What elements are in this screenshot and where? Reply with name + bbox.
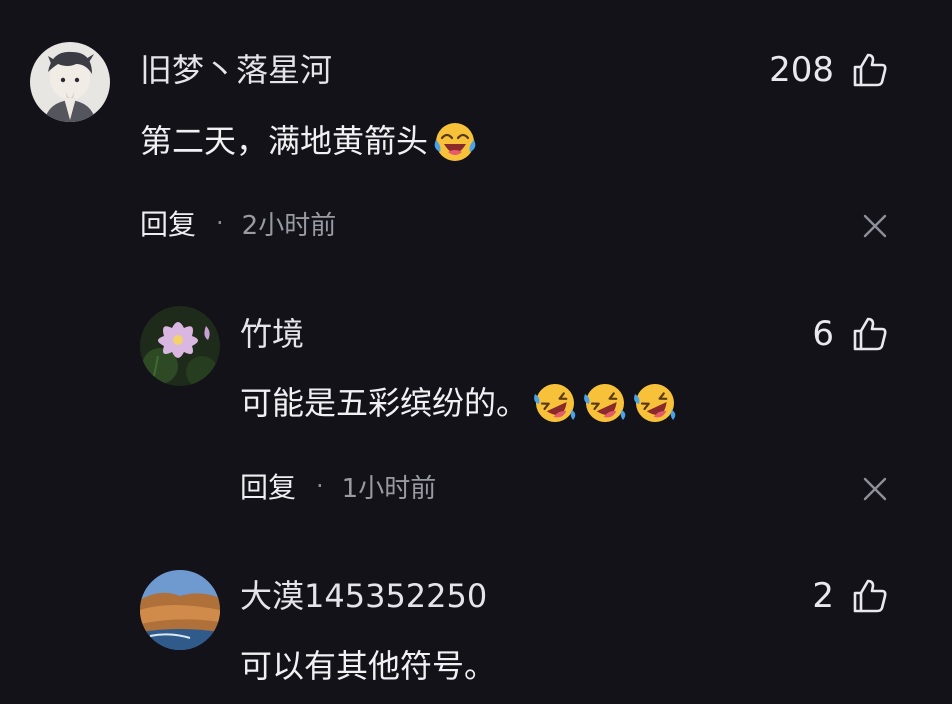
rolling-laughing-emoji: [632, 380, 678, 426]
like-count: 2: [812, 576, 834, 616]
comment-meta: 回复 · 1小时前: [240, 466, 436, 506]
timestamp: 2小时前: [241, 210, 337, 241]
close-icon[interactable]: [862, 213, 888, 239]
reply-button[interactable]: 回复: [140, 203, 196, 243]
meta-separator: ·: [216, 209, 224, 237]
comment-text: 可以有其他符号。: [240, 644, 496, 688]
rolling-laughing-emoji: [532, 380, 578, 426]
comment-text: 可能是五彩缤纷的。: [240, 380, 678, 426]
thumbs-up-icon: [853, 317, 887, 351]
comment-text-body: 第二天，满地黄箭头: [140, 122, 429, 160]
meta-separator: ·: [316, 472, 324, 500]
like-count: 6: [812, 314, 834, 354]
like-count: 208: [769, 50, 834, 90]
avatar[interactable]: [140, 306, 220, 386]
thumbs-up-icon: [853, 579, 887, 613]
like-button[interactable]: 2: [812, 574, 890, 618]
thumbs-up-icon: [853, 53, 887, 87]
reply-button[interactable]: 回复: [240, 466, 296, 506]
username[interactable]: 旧梦丶落星河: [140, 50, 332, 90]
avatar-image: [30, 42, 110, 122]
username[interactable]: 竹境: [240, 314, 304, 354]
comment-text: 第二天，满地黄箭头: [140, 118, 478, 164]
like-button[interactable]: 6: [812, 312, 890, 356]
close-icon[interactable]: [862, 476, 888, 502]
comment-thread: 旧梦丶落星河 208 第二天，满地黄箭头 回复 · 2小时前 竹境 6 可能是五…: [0, 0, 952, 704]
comment-item: 竹境 6 可能是五彩缤纷的。 回复 · 1小时前: [0, 270, 952, 540]
avatar[interactable]: [140, 570, 220, 650]
comment-text-body: 可以有其他符号。: [240, 647, 497, 685]
username[interactable]: 大漠145352250: [240, 576, 487, 616]
avatar-image: [140, 570, 220, 650]
timestamp: 1小时前: [341, 473, 437, 504]
like-button[interactable]: 208: [769, 48, 890, 92]
joy-crying-emoji: [432, 118, 478, 164]
avatar[interactable]: [30, 42, 110, 122]
rolling-laughing-emoji: [582, 380, 628, 426]
comment-item: 大漠145352250 2 可以有其他符号。: [0, 540, 952, 704]
comment-text-body: 可能是五彩缤纷的。: [240, 384, 529, 422]
avatar-image: [140, 306, 220, 386]
comment-item: 旧梦丶落星河 208 第二天，满地黄箭头 回复 · 2小时前: [0, 0, 952, 270]
comment-meta: 回复 · 2小时前: [140, 203, 336, 243]
